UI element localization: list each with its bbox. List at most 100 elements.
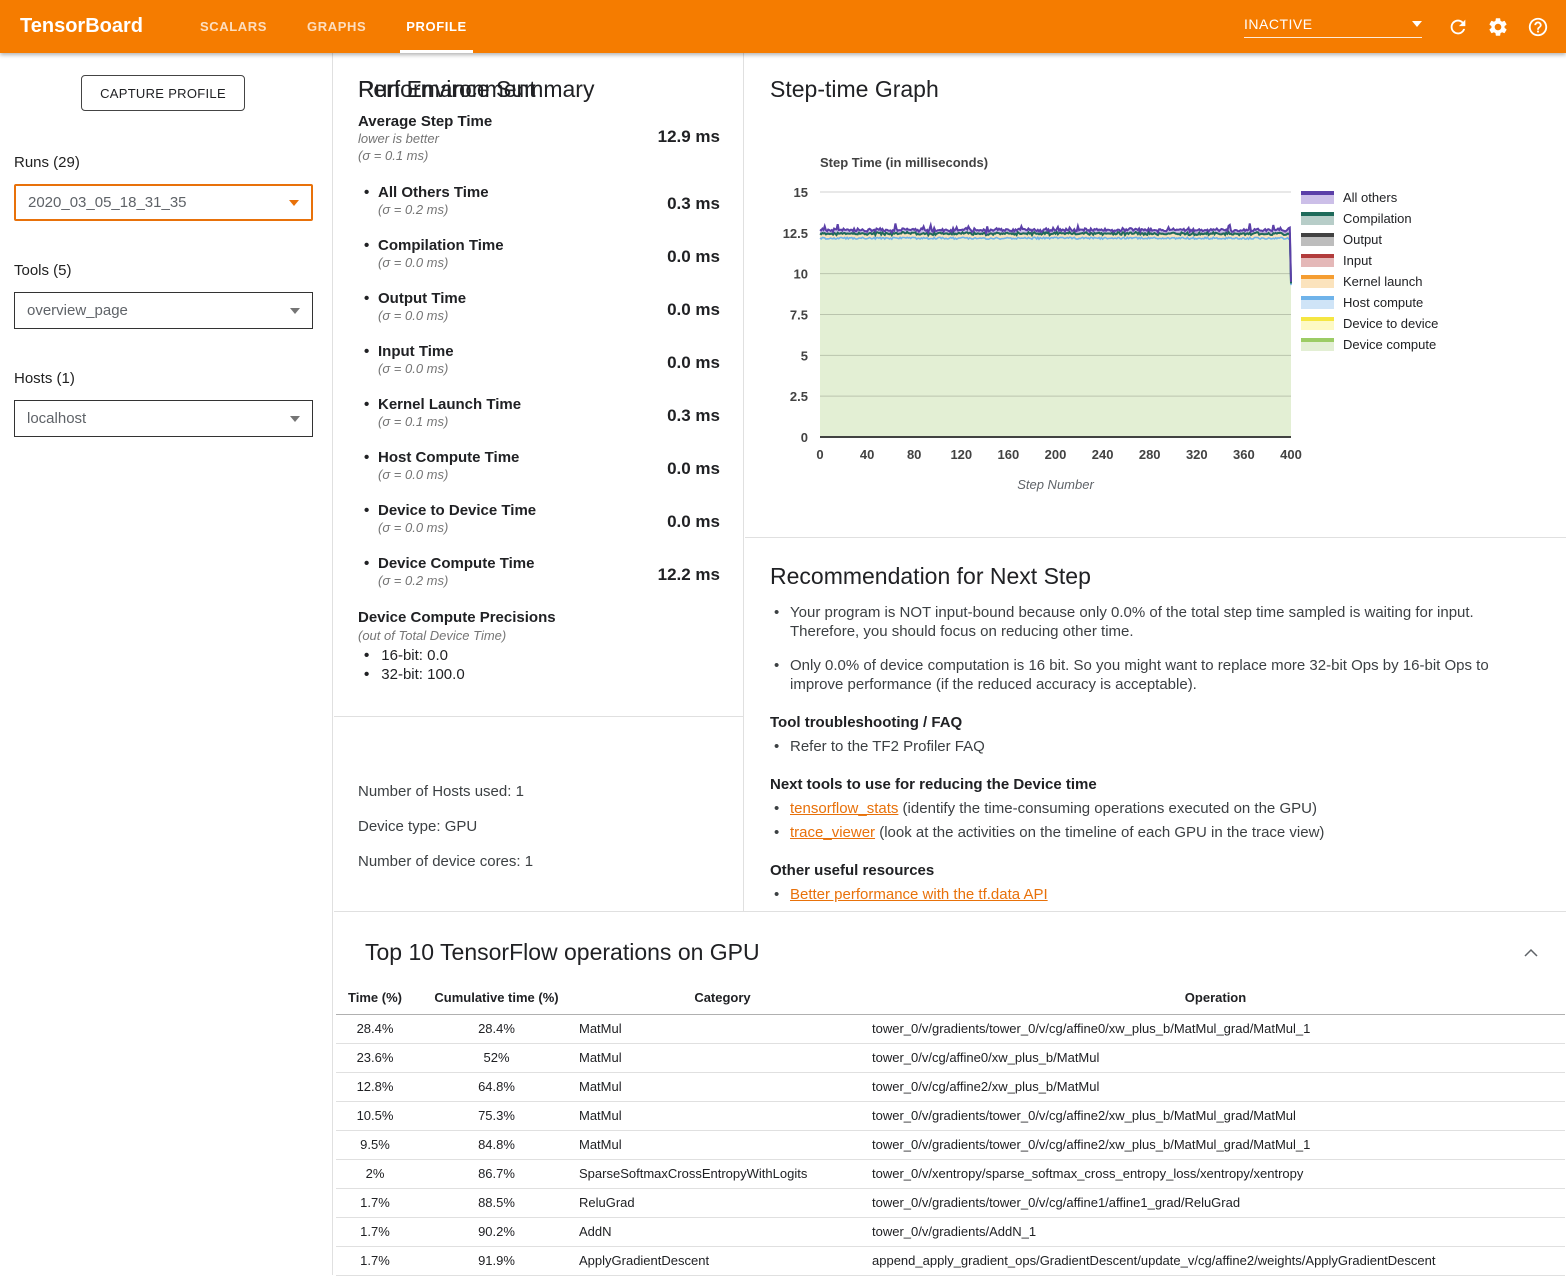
refresh-button[interactable] xyxy=(1438,7,1478,47)
bullet: • xyxy=(364,343,369,360)
metric-value: 0.0 ms xyxy=(667,247,720,267)
table-cell: MatMul xyxy=(579,1014,866,1043)
top-ops-panel: Top 10 TensorFlow operations on GPU Time… xyxy=(334,911,1566,1275)
hosts-select[interactable]: localhost xyxy=(14,400,313,437)
svg-text:0: 0 xyxy=(816,447,823,462)
table-cell: MatMul xyxy=(579,1101,866,1130)
table-cell: tower_0/v/cg/affine0/xw_plus_b/MatMul xyxy=(866,1043,1565,1072)
bullet: • xyxy=(364,290,369,307)
faq-title: Tool troubleshooting / FAQ xyxy=(770,714,1545,731)
table-cell: 28.4% xyxy=(414,1014,579,1043)
column-header: Time (%) xyxy=(336,960,414,1014)
table-cell: MatMul xyxy=(579,1043,866,1072)
metric-value: 12.2 ms xyxy=(658,565,720,585)
metric-value: 0.3 ms xyxy=(667,194,720,214)
app-logo: TensorBoard xyxy=(0,15,150,38)
table-cell: 88.5% xyxy=(414,1188,579,1217)
metric-sigma: (σ = 0.1 ms) xyxy=(358,147,720,164)
table-cell: 52% xyxy=(414,1043,579,1072)
table-row: 9.5%84.8%MatMultower_0/v/gradients/tower… xyxy=(336,1130,1565,1159)
table-cell: MatMul xyxy=(579,1130,866,1159)
runs-label: Runs (29) xyxy=(14,154,80,171)
svg-text:15: 15 xyxy=(794,185,808,200)
metric-value: 0.3 ms xyxy=(667,406,720,426)
recommendation-title: Recommendation for Next Step xyxy=(770,563,1545,590)
table-cell: tower_0/v/cg/affine2/xw_plus_b/MatMul xyxy=(866,1072,1565,1101)
svg-text:360: 360 xyxy=(1233,447,1255,462)
runs-select[interactable]: 2020_03_05_18_31_35 xyxy=(14,184,313,221)
tools-label: Tools (5) xyxy=(14,262,72,279)
table-cell: 1.7% xyxy=(336,1188,414,1217)
help-button[interactable] xyxy=(1518,7,1558,47)
tab-graphs[interactable]: GRAPHS xyxy=(293,0,380,53)
svg-text:7.5: 7.5 xyxy=(790,308,808,323)
tool-link-item: trace_viewer (look at the activities on … xyxy=(770,823,1545,842)
recommendation-section: Recommendation for Next Step Your progra… xyxy=(770,537,1545,909)
metric-value: 0.0 ms xyxy=(667,300,720,320)
table-cell: tower_0/v/xentropy/sparse_softmax_cross_… xyxy=(866,1159,1565,1188)
bullet: • xyxy=(364,449,369,466)
tab-scalars[interactable]: SCALARS xyxy=(186,0,281,53)
runs-select-value: 2020_03_05_18_31_35 xyxy=(28,194,289,211)
table-cell: 9.5% xyxy=(336,1130,414,1159)
step-time-panel: Step-time Graph Step Time (in millisecon… xyxy=(745,53,1566,911)
legend-label: Output xyxy=(1343,232,1382,247)
precisions-note: (out of Total Device Time) xyxy=(358,628,506,643)
metric-item: •Input Time(σ = 0.0 ms)0.0 ms xyxy=(358,343,720,377)
app-header: TensorBoard SCALARS GRAPHS PROFILE INACT… xyxy=(0,0,1566,53)
main-tabs: SCALARS GRAPHS PROFILE xyxy=(186,0,493,53)
resource-link[interactable]: Better performance with the tf.data API xyxy=(790,886,1048,903)
svg-text:40: 40 xyxy=(860,447,874,462)
svg-text:200: 200 xyxy=(1045,447,1067,462)
table-cell: 90.2% xyxy=(414,1217,579,1246)
precision-item: •32-bit: 100.0 xyxy=(364,666,465,683)
legend-label: Input xyxy=(1343,253,1372,268)
legend-label: Device compute xyxy=(1343,337,1436,352)
legend-item: Device compute xyxy=(1301,334,1438,355)
legend-swatch xyxy=(1301,275,1334,288)
table-cell: tower_0/v/gradients/tower_0/v/cg/affine2… xyxy=(866,1101,1565,1130)
collapse-button[interactable] xyxy=(1522,946,1540,960)
chevron-down-icon xyxy=(1412,21,1422,27)
legend-label: All others xyxy=(1343,190,1397,205)
bullet: • xyxy=(364,237,369,254)
table-cell: 10.5% xyxy=(336,1101,414,1130)
legend-item: Output xyxy=(1301,229,1438,250)
svg-text:0: 0 xyxy=(801,430,808,445)
table-row: 1.7%91.9%ApplyGradientDescentappend_appl… xyxy=(336,1246,1565,1275)
table-cell: 28.4% xyxy=(336,1014,414,1043)
table-row: 12.8%64.8%MatMultower_0/v/cg/affine2/xw_… xyxy=(336,1072,1565,1101)
reload-status-select[interactable]: INACTIVE xyxy=(1244,16,1422,38)
hosts-label: Hosts (1) xyxy=(14,370,75,387)
table-cell: 23.6% xyxy=(336,1043,414,1072)
hosts-select-value: localhost xyxy=(27,410,290,427)
table-row: 1.7%88.5%ReluGradtower_0/v/gradients/tow… xyxy=(336,1188,1565,1217)
legend-swatch xyxy=(1301,191,1334,204)
chart-legend: All othersCompilationOutputInputKernel l… xyxy=(1301,187,1438,355)
table-cell: ApplyGradientDescent xyxy=(579,1246,866,1275)
settings-button[interactable] xyxy=(1478,7,1518,47)
table-row: 10.5%75.3%MatMultower_0/v/gradients/towe… xyxy=(336,1101,1565,1130)
performance-summary-panel: Performance Summary Average Step Time lo… xyxy=(334,53,744,911)
chevron-down-icon xyxy=(290,416,300,422)
capture-profile-button[interactable]: CAPTURE PROFILE xyxy=(81,75,245,111)
table-header-row: Time (%)Cumulative time (%)CategoryOpera… xyxy=(336,960,1565,1014)
table-cell: 2% xyxy=(336,1159,414,1188)
column-header: Operation xyxy=(866,960,1565,1014)
legend-item: Compilation xyxy=(1301,208,1438,229)
faq-bullet: Refer to the TF2 Profiler FAQ xyxy=(770,737,1545,756)
tool-link[interactable]: tensorflow_stats xyxy=(790,800,898,817)
legend-swatch xyxy=(1301,233,1334,246)
table-cell: tower_0/v/gradients/tower_0/v/cg/affine2… xyxy=(866,1130,1565,1159)
legend-swatch xyxy=(1301,296,1334,309)
tool-link-item: tensorflow_stats (identify the time-cons… xyxy=(770,799,1545,818)
column-header: Cumulative time (%) xyxy=(414,960,579,1014)
legend-item: Device to device xyxy=(1301,313,1438,334)
svg-text:280: 280 xyxy=(1139,447,1161,462)
recommendation-bullet: Only 0.0% of device computation is 16 bi… xyxy=(770,656,1545,694)
table-cell: MatMul xyxy=(579,1072,866,1101)
legend-item: Input xyxy=(1301,250,1438,271)
tools-select[interactable]: overview_page xyxy=(14,292,313,329)
tool-link[interactable]: trace_viewer xyxy=(790,824,875,841)
tab-profile[interactable]: PROFILE xyxy=(392,0,481,53)
